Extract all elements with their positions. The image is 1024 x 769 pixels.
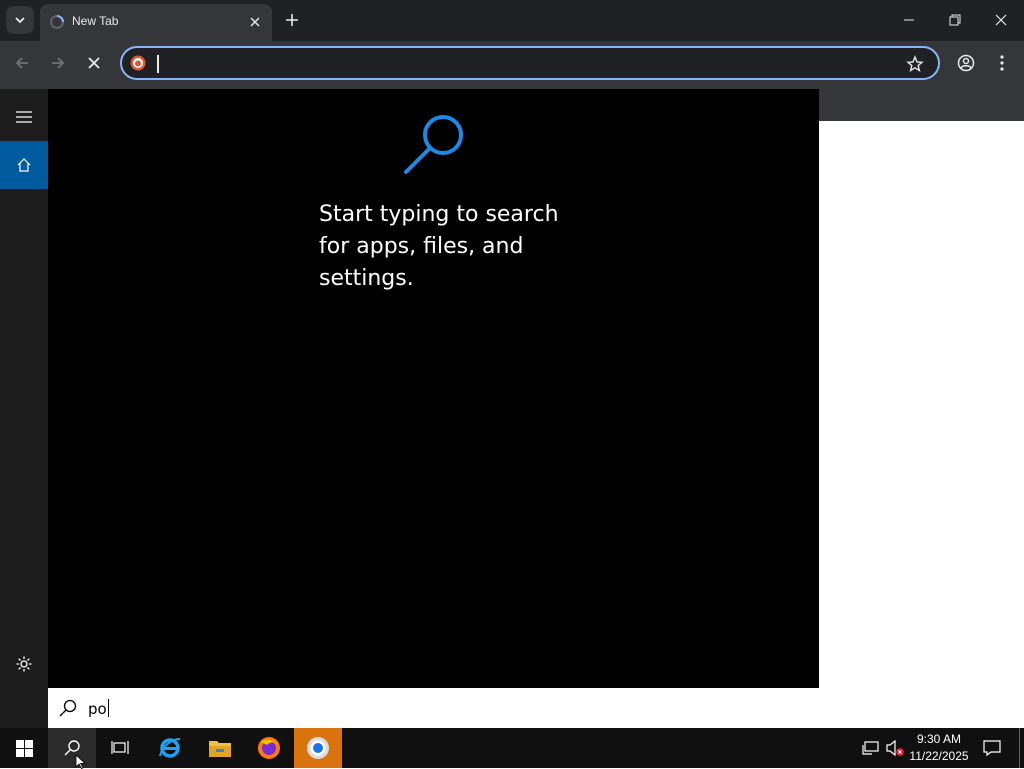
menu-button[interactable]	[988, 49, 1016, 77]
home-icon	[17, 158, 31, 172]
minimize-icon	[904, 19, 914, 21]
stop-loading-button[interactable]	[80, 49, 108, 77]
hamburger-icon	[16, 111, 32, 123]
action-center-icon[interactable]	[982, 738, 1002, 758]
profile-icon	[957, 54, 975, 72]
bookmark-star-icon[interactable]	[906, 55, 924, 73]
mouse-cursor-icon	[75, 755, 87, 769]
search-query: po	[88, 699, 109, 718]
new-tab-button[interactable]	[282, 10, 302, 30]
system-clock[interactable]: 9:30 AM 11/22/2025	[904, 731, 974, 765]
taskbar-search-button[interactable]	[48, 728, 96, 768]
tab-new-tab[interactable]: New Tab	[40, 4, 272, 41]
task-view-icon	[111, 741, 129, 754]
tab-close-button[interactable]	[246, 13, 264, 31]
show-desktop-divider[interactable]	[1019, 728, 1020, 768]
address-bar[interactable]	[120, 46, 940, 80]
search-side-rail	[0, 89, 48, 728]
internet-explorer-button[interactable]	[146, 728, 194, 768]
address-input[interactable]	[154, 52, 894, 74]
tab-strip: New Tab	[0, 0, 1024, 41]
windows-logo-icon	[15, 739, 33, 757]
chrome-icon	[307, 737, 329, 759]
file-explorer-icon	[209, 741, 231, 757]
restore-button[interactable]	[932, 0, 978, 40]
search-input[interactable]: po	[48, 688, 819, 728]
profile-button[interactable]	[952, 49, 980, 77]
restore-icon	[949, 14, 961, 26]
gear-icon	[16, 656, 32, 672]
volume-muted-icon[interactable]	[885, 738, 905, 758]
search-icon	[404, 115, 463, 174]
windows-search-panel: Start typing to search for apps, files, …	[0, 89, 819, 728]
duckduckgo-icon	[130, 55, 146, 71]
text-caret	[157, 55, 159, 73]
search-results-area: Start typing to search for apps, files, …	[48, 89, 819, 688]
start-button[interactable]	[0, 728, 48, 768]
firefox-button[interactable]	[245, 728, 293, 768]
internet-explorer-icon	[159, 738, 181, 758]
arrow-right-icon	[52, 57, 65, 69]
plus-icon	[286, 14, 298, 26]
task-view-button[interactable]	[96, 728, 144, 768]
close-icon	[250, 17, 260, 27]
settings-button[interactable]	[0, 640, 48, 688]
tab-title: New Tab	[72, 14, 119, 28]
hamburger-menu-button[interactable]	[0, 93, 48, 141]
clock-date: 11/22/2025	[909, 749, 969, 763]
loading-spinner-icon	[50, 15, 64, 29]
close-window-button[interactable]	[978, 0, 1024, 40]
search-hint-text: Start typing to search for apps, files, …	[319, 202, 559, 291]
clock-time: 9:30 AM	[916, 732, 962, 746]
file-explorer-button[interactable]	[196, 728, 244, 768]
home-button[interactable]	[0, 141, 48, 189]
firefox-icon	[258, 737, 280, 759]
chevron-down-icon	[15, 17, 25, 24]
taskbar: 9:30 AM 11/22/2025	[0, 728, 1024, 768]
back-button[interactable]	[8, 49, 36, 77]
browser-toolbar	[0, 41, 1024, 85]
minimize-button[interactable]	[886, 0, 932, 40]
search-icon	[59, 699, 77, 717]
tab-search-button[interactable]	[6, 6, 34, 34]
chrome-button[interactable]	[294, 728, 342, 768]
page-content	[818, 121, 1024, 728]
forward-button[interactable]	[44, 49, 72, 77]
close-icon	[995, 14, 1007, 26]
network-icon[interactable]	[861, 738, 881, 758]
close-icon	[88, 57, 100, 69]
kebab-menu-icon	[1000, 55, 1004, 71]
arrow-left-icon	[15, 57, 28, 69]
